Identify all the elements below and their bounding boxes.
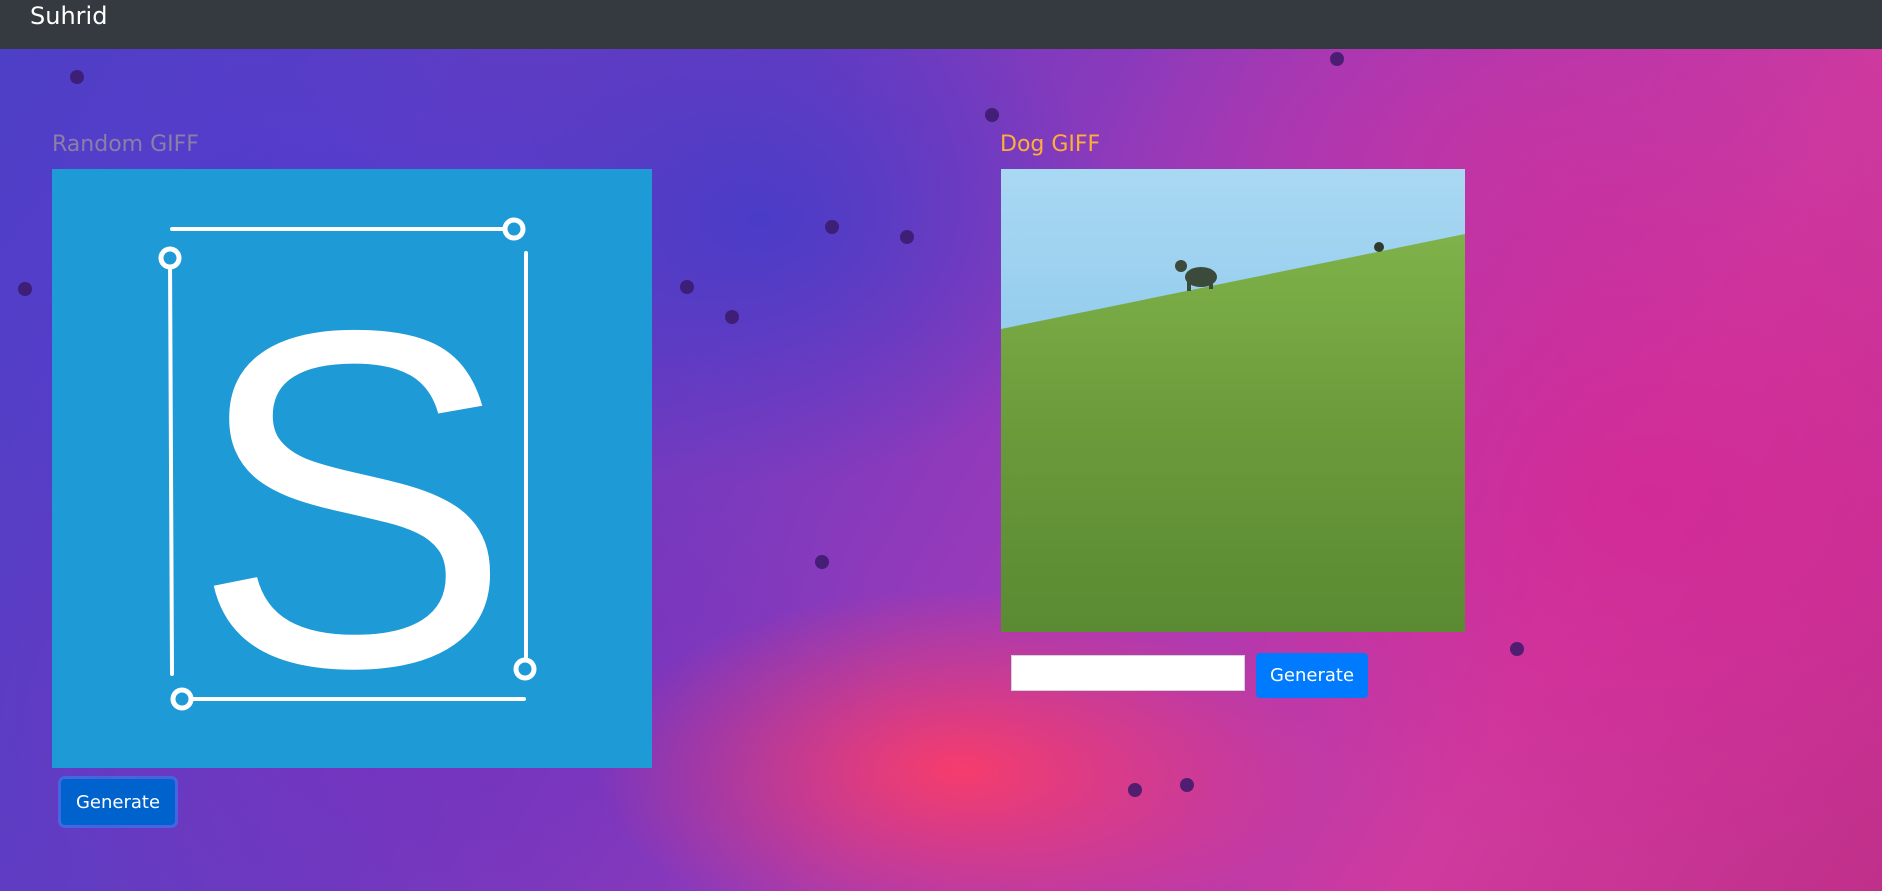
random-generate-button[interactable]: Generate bbox=[61, 779, 175, 825]
dog-search-input[interactable] bbox=[1011, 655, 1245, 691]
background-glitter bbox=[900, 230, 914, 244]
random-giff-title: Random GIFF bbox=[52, 132, 199, 157]
random-gif-image: S bbox=[52, 169, 652, 768]
dog-gif-image bbox=[1001, 169, 1465, 632]
background-glitter bbox=[1330, 52, 1344, 66]
s-logo-graphic: S bbox=[158, 217, 537, 767]
dog-scene-graphic bbox=[1001, 169, 1465, 632]
dog-generate-button[interactable]: Generate bbox=[1256, 653, 1368, 698]
background-glitter bbox=[1180, 778, 1194, 792]
logo-letter: S bbox=[192, 230, 512, 767]
brand-link[interactable]: Suhrid bbox=[30, 1, 107, 31]
background-glitter bbox=[18, 282, 32, 296]
background-glitter bbox=[825, 220, 839, 234]
background-glitter bbox=[680, 280, 694, 294]
background-glitter bbox=[725, 310, 739, 324]
top-navbar: Suhrid bbox=[0, 0, 1882, 49]
background-glitter bbox=[70, 70, 84, 84]
background-glitter bbox=[1128, 783, 1142, 797]
background-glitter bbox=[815, 555, 829, 569]
background-glitter bbox=[985, 108, 999, 122]
background-glitter bbox=[1510, 642, 1524, 656]
dog-giff-title: Dog GIFF bbox=[1000, 132, 1101, 157]
